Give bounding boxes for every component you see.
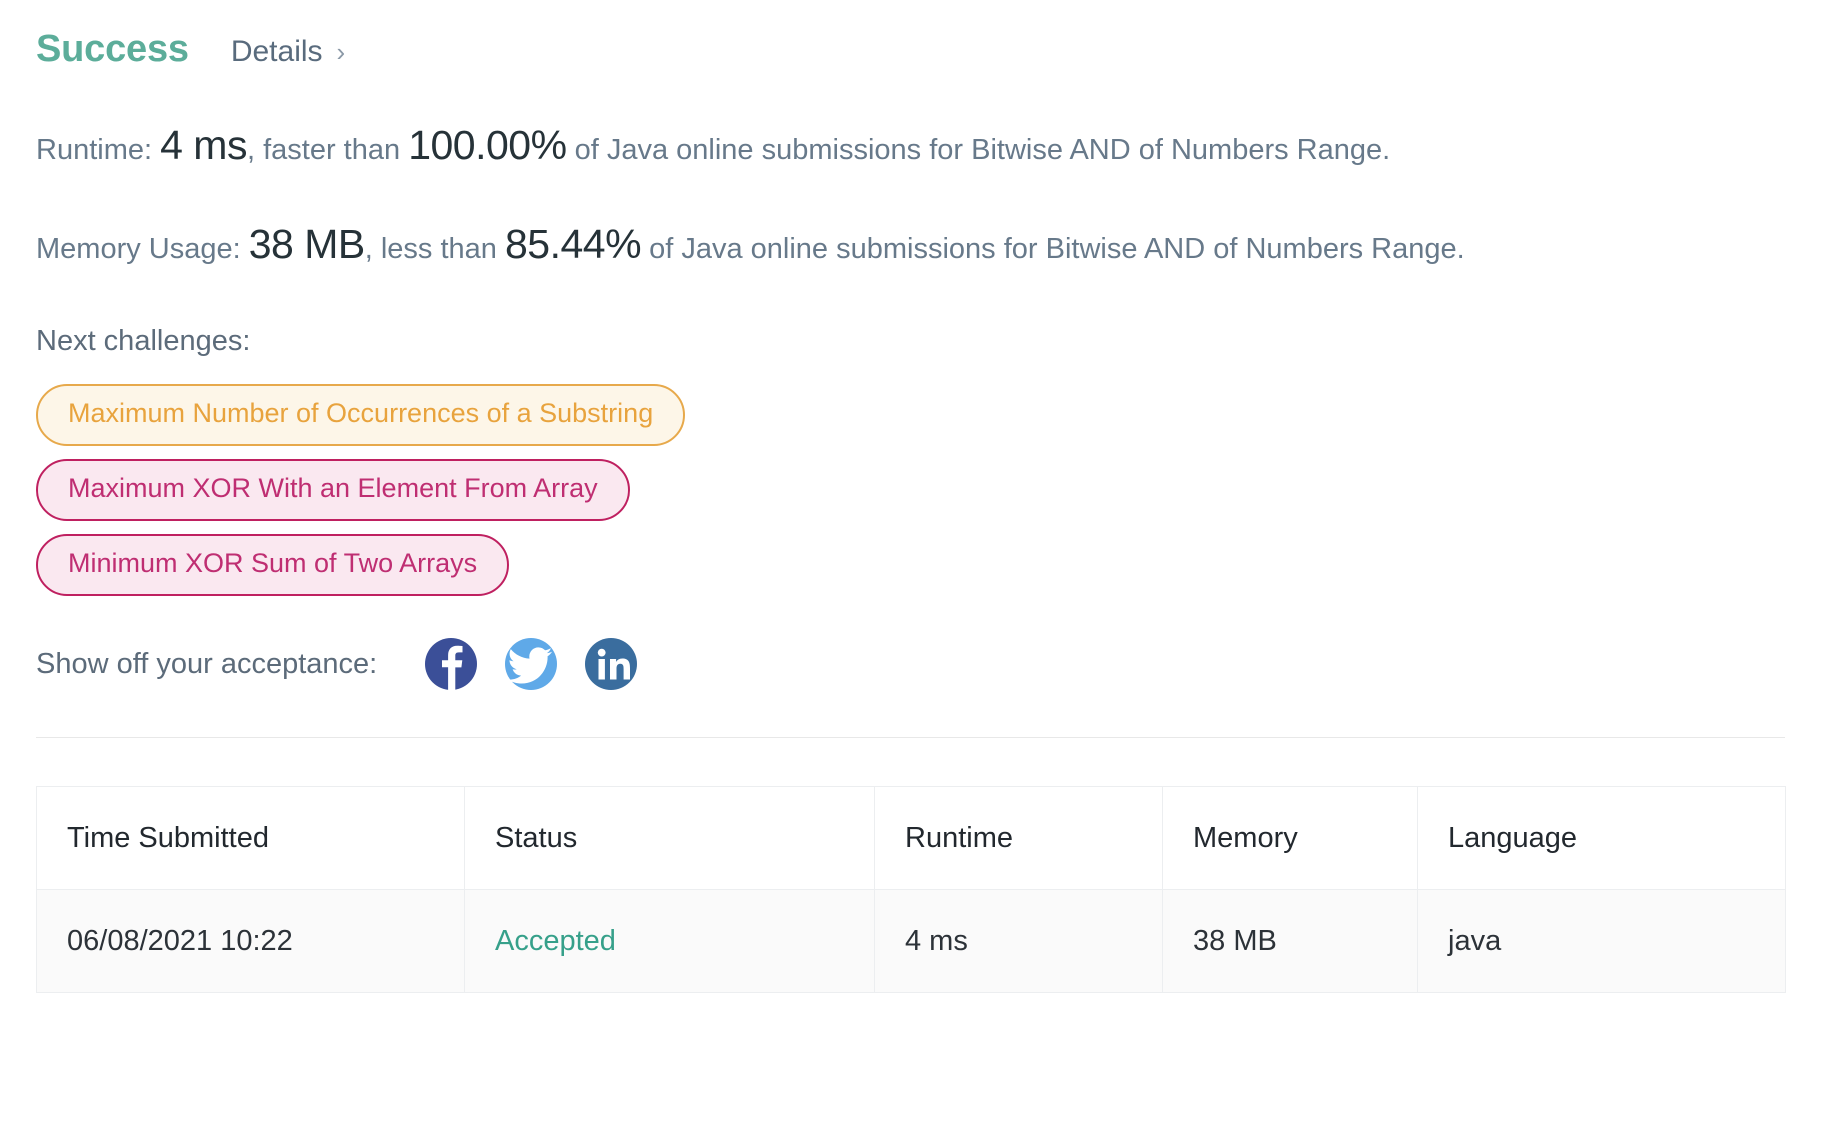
runtime-value: 4 ms [160, 122, 247, 168]
runtime-percentile: 100.00% [408, 122, 567, 168]
cell-language: java [1417, 889, 1786, 993]
memory-suffix: of Java online submissions for Bitwise A… [649, 233, 1465, 265]
table-header: Time Submitted Status Runtime Memory Lan… [36, 786, 1786, 890]
result-header: Success Details › [36, 0, 1785, 68]
twitter-share-button[interactable] [505, 638, 558, 690]
details-link[interactable]: Details › [231, 37, 345, 67]
runtime-stat-line: Runtime: 4 ms, faster than 100.00% of Ja… [36, 125, 1785, 166]
tag-row: Maximum Number of Occurrences of a Subst… [36, 384, 1785, 446]
table-row[interactable]: 06/08/2021 10:22 Accepted 4 ms 38 MB jav… [36, 889, 1786, 993]
linkedin-share-button[interactable] [585, 638, 638, 690]
cell-status[interactable]: Accepted [464, 889, 875, 993]
runtime-suffix: of Java online submissions for Bitwise A… [574, 134, 1391, 166]
memory-percentile: 85.44% [504, 221, 642, 267]
tag-row: Maximum XOR With an Element From Array [36, 459, 1785, 521]
column-header-memory[interactable]: Memory [1162, 786, 1418, 890]
details-label: Details [230, 35, 323, 68]
cell-memory: 38 MB [1162, 889, 1418, 993]
memory-middle: , less than [364, 233, 497, 265]
next-challenges-label: Next challenges: [36, 325, 251, 357]
challenge-tag-3[interactable]: Minimum XOR Sum of Two Arrays [36, 534, 510, 596]
column-header-language[interactable]: Language [1417, 786, 1786, 890]
memory-stat-line: Memory Usage: 38 MB, less than 85.44% of… [36, 224, 1785, 265]
twitter-icon [507, 647, 553, 684]
memory-value: 38 MB [248, 221, 366, 267]
runtime-middle: , faster than [246, 134, 401, 166]
challenge-tag-2[interactable]: Maximum XOR With an Element From Array [36, 459, 630, 521]
share-label: Show off your acceptance: [36, 647, 378, 680]
submission-result-page: Success Details › Runtime: 4 ms, faster … [0, 0, 1821, 1128]
social-icons [425, 638, 665, 690]
memory-prefix: Memory Usage: [36, 233, 241, 265]
share-row: Show off your acceptance: [36, 638, 1785, 690]
cell-runtime: 4 ms [874, 889, 1163, 993]
column-header-time-submitted[interactable]: Time Submitted [36, 786, 465, 890]
next-challenges-list: Maximum Number of Occurrences of a Subst… [36, 384, 1785, 596]
table-header-row: Time Submitted Status Runtime Memory Lan… [36, 786, 1786, 890]
cell-time-submitted: 06/08/2021 10:22 [36, 889, 465, 993]
tag-row: Minimum XOR Sum of Two Arrays [36, 534, 1785, 596]
linkedin-icon [598, 648, 631, 680]
column-header-status[interactable]: Status [464, 786, 875, 890]
status-title: Success [36, 28, 189, 70]
submissions-table: Time Submitted Status Runtime Memory Lan… [36, 786, 1786, 993]
chevron-right-icon: › [336, 37, 346, 67]
runtime-prefix: Runtime: [36, 134, 153, 166]
section-divider [36, 737, 1785, 738]
facebook-share-button[interactable] [425, 638, 478, 690]
facebook-icon [442, 645, 463, 690]
column-header-runtime[interactable]: Runtime [874, 786, 1163, 890]
challenge-tag-1[interactable]: Maximum Number of Occurrences of a Subst… [36, 384, 686, 446]
table-body: 06/08/2021 10:22 Accepted 4 ms 38 MB jav… [36, 889, 1786, 993]
